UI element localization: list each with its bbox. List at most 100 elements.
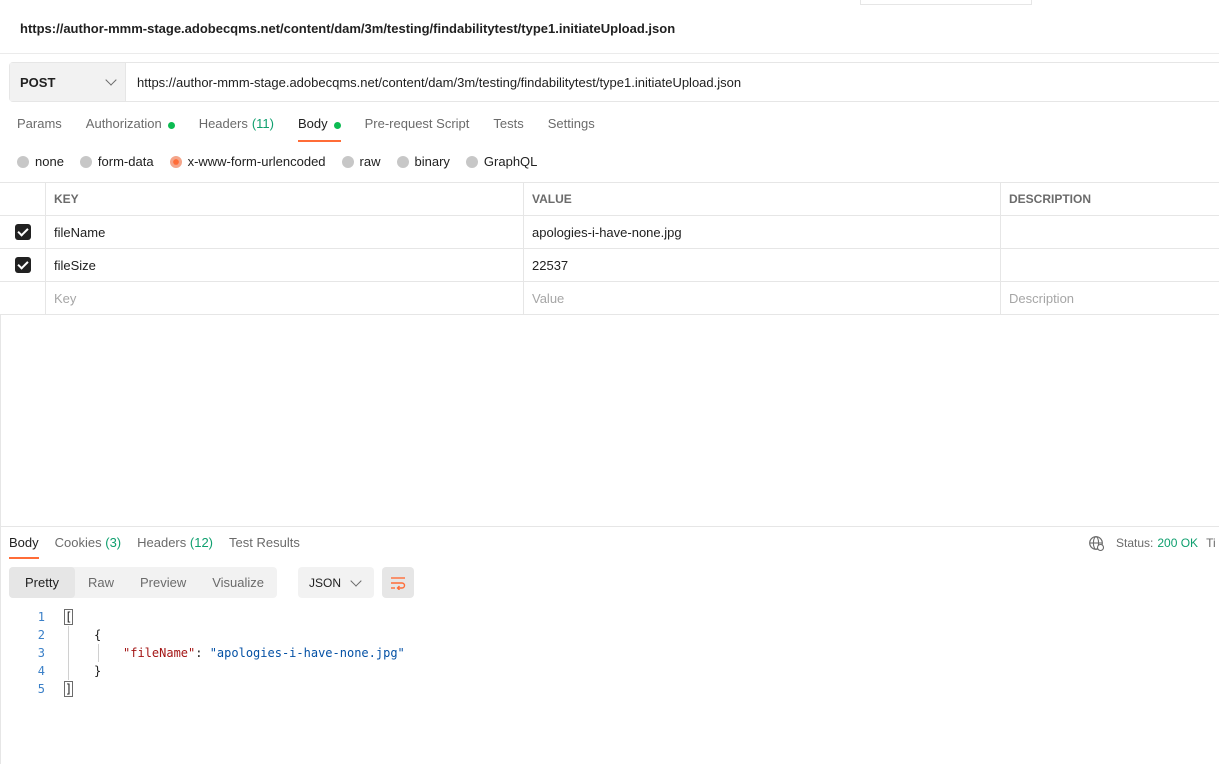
- close-bracket: ]: [63, 681, 74, 697]
- line-number: 3: [37, 646, 45, 660]
- tab-params[interactable]: Params: [17, 116, 62, 142]
- chevron-down-icon: [105, 74, 117, 86]
- request-tabs: Params Authorization Headers (11) Body Pr…: [17, 116, 619, 142]
- radio-icon: [79, 155, 92, 168]
- radio-raw[interactable]: raw: [341, 154, 381, 169]
- radio-icon: [396, 155, 409, 168]
- radio-binary[interactable]: binary: [396, 154, 450, 169]
- radio-label: binary: [414, 154, 450, 169]
- tab-label: Headers: [198, 116, 248, 131]
- row-check-cell: [0, 282, 46, 314]
- close-brace: }: [94, 664, 102, 678]
- description-placeholder[interactable]: Description: [1001, 282, 1219, 314]
- url-bar: POST: [9, 62, 1219, 102]
- indent-guide: [68, 626, 69, 680]
- view-mode-raw[interactable]: Raw: [75, 567, 127, 598]
- description-cell[interactable]: [1001, 249, 1219, 281]
- radio-form-data[interactable]: form-data: [79, 154, 154, 169]
- body-mode-radios: none form-data x-www-form-urlencoded raw…: [17, 154, 553, 169]
- code-text: ]: [63, 681, 74, 697]
- tab-settings[interactable]: Settings: [548, 116, 595, 142]
- column-header-description: DESCRIPTION: [1009, 192, 1092, 206]
- url-input[interactable]: [126, 63, 1219, 101]
- response-tab-test-results[interactable]: Test Results: [229, 535, 300, 559]
- json-colon: :: [195, 646, 210, 660]
- view-mode-switch: Pretty Raw Preview Visualize: [9, 567, 278, 598]
- time-label-truncated: Ti: [1206, 536, 1216, 550]
- key-cell[interactable]: fileName: [46, 216, 524, 248]
- response-tab-body[interactable]: Body: [9, 535, 39, 559]
- code-line: 2 {: [0, 626, 101, 644]
- code-line: 5 ]: [0, 680, 74, 698]
- open-brace: {: [94, 628, 102, 642]
- radio-label: GraphQL: [483, 154, 538, 169]
- description-cell[interactable]: [1001, 216, 1219, 248]
- chevron-down-icon: [350, 574, 362, 587]
- response-tabs: Body Cookies (3) Headers (12) Test Resul…: [9, 535, 316, 559]
- wrap-lines-icon: [391, 576, 406, 590]
- response-body-code[interactable]: 1 [ 2 { 3 "fileName": "apologies-i-have-…: [0, 608, 405, 698]
- globe-icon[interactable]: [1088, 535, 1104, 551]
- column-header-value: VALUE: [524, 183, 1001, 215]
- view-mode-pretty[interactable]: Pretty: [9, 567, 75, 598]
- json-value: "apologies-i-have-none.jpg": [209, 646, 405, 660]
- code-text: }: [94, 664, 101, 678]
- line-number: 2: [37, 628, 45, 642]
- line-number: 1: [37, 610, 45, 624]
- key-placeholder[interactable]: Key: [46, 282, 524, 314]
- line-number: 4: [37, 664, 45, 678]
- header-check-cell: [0, 183, 46, 215]
- enabled-checkbox[interactable]: [14, 257, 31, 273]
- response-status: Status: 200 OK Ti: [1088, 535, 1216, 551]
- wrap-lines-button[interactable]: [382, 567, 414, 598]
- radio-graphql[interactable]: GraphQL: [465, 154, 538, 169]
- view-mode-visualize[interactable]: Visualize: [199, 567, 277, 598]
- code-line: 3 "fileName": "apologies-i-have-none.jpg…: [0, 644, 405, 662]
- tab-pre-request-script[interactable]: Pre-request Script: [365, 116, 470, 142]
- radio-checked-icon: [169, 155, 182, 168]
- params-table: KEY VALUE DESCRIPTION fileName apologies…: [0, 182, 1219, 315]
- status-label: Status:: [1116, 536, 1154, 550]
- response-tab-cookies[interactable]: Cookies (3): [55, 535, 121, 559]
- active-request-tab[interactable]: [860, 0, 1032, 5]
- tab-label: Body: [297, 116, 328, 131]
- open-bracket: [: [63, 609, 74, 625]
- radio-icon: [465, 155, 478, 168]
- tab-body[interactable]: Body: [297, 116, 341, 142]
- radio-icon: [17, 155, 29, 168]
- status-value[interactable]: 200 OK: [1157, 536, 1198, 550]
- indent-guide: [98, 644, 99, 662]
- radio-none[interactable]: none: [17, 154, 64, 169]
- method-label: POST: [20, 74, 56, 90]
- new-param-row: Key Value Description: [0, 282, 1219, 315]
- request-title[interactable]: https://author-mmm-stage.adobecqms.net/c…: [20, 21, 675, 36]
- key-cell[interactable]: fileSize: [46, 249, 524, 281]
- tab-tests[interactable]: Tests: [493, 116, 523, 142]
- radio-x-www-form-urlencoded[interactable]: x-www-form-urlencoded: [169, 154, 326, 169]
- tab-count: (3): [105, 535, 122, 550]
- title-divider: [0, 53, 1219, 54]
- format-select[interactable]: JSON: [298, 567, 374, 598]
- row-check-cell: [0, 216, 46, 248]
- value-cell[interactable]: apologies-i-have-none.jpg: [524, 216, 1001, 248]
- code-text: {: [94, 628, 101, 642]
- code-line: 1 [: [0, 608, 74, 626]
- value-cell[interactable]: 22537: [524, 249, 1001, 281]
- row-check-cell: [0, 249, 46, 281]
- tab-headers[interactable]: Headers (11): [199, 116, 274, 142]
- tab-authorization[interactable]: Authorization: [86, 116, 175, 142]
- tab-label: Test Results: [229, 535, 300, 550]
- value-placeholder[interactable]: Value: [524, 282, 1001, 314]
- table-row: fileName apologies-i-have-none.jpg: [0, 216, 1219, 249]
- method-select[interactable]: POST: [10, 63, 126, 101]
- view-mode-preview[interactable]: Preview: [127, 567, 199, 598]
- status-dot-icon: [333, 122, 341, 129]
- tab-label: Pre-request Script: [364, 116, 470, 131]
- response-divider[interactable]: [0, 526, 1219, 527]
- enabled-checkbox[interactable]: [14, 224, 31, 240]
- json-key: "fileName": [123, 646, 196, 660]
- response-tab-headers[interactable]: Headers (12): [137, 535, 213, 559]
- format-label: JSON: [309, 575, 342, 590]
- top-tabstrip: [0, 0, 1219, 5]
- tab-count: (12): [189, 535, 214, 550]
